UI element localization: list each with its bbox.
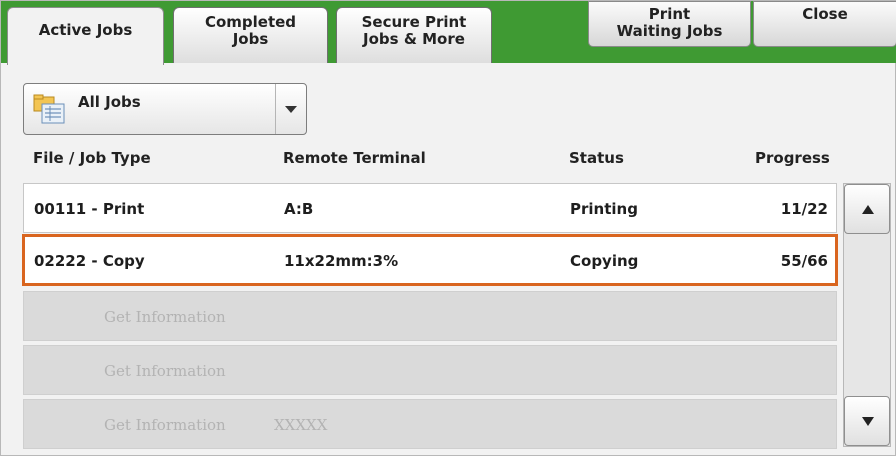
print-waiting-jobs-label: Print Waiting Jobs	[616, 5, 723, 40]
job-status-screen: Active Jobs Completed Jobs Secure Print …	[0, 0, 896, 456]
column-header-file-job-type: File / Job Type	[33, 149, 151, 167]
job-progress: 11/22	[780, 200, 828, 218]
scroll-up-button[interactable]	[844, 184, 890, 234]
list-scrollbar	[843, 183, 891, 447]
job-file-type: 02222 - Copy	[34, 252, 145, 270]
close-button-label: Close	[802, 5, 848, 23]
column-header-progress: Progress	[755, 149, 830, 167]
tab-secure-print-jobs[interactable]: Secure Print Jobs & More	[336, 7, 492, 63]
chevron-down-icon	[285, 106, 297, 113]
job-progress: 55/66	[780, 252, 828, 270]
job-remote-terminal: A:B	[284, 200, 314, 218]
print-waiting-jobs-button[interactable]: Print Waiting Jobs	[588, 1, 751, 47]
job-status: Printing	[570, 200, 638, 218]
column-header-remote-terminal: Remote Terminal	[283, 149, 426, 167]
arrow-down-icon	[862, 417, 874, 426]
job-filter-dropdown[interactable]: All Jobs	[23, 83, 307, 135]
job-row[interactable]: 00111 - Print A:B Printing 11/22	[23, 183, 837, 233]
job-row-placeholder: Get Information XXXXX	[23, 399, 837, 449]
tab-completed-jobs[interactable]: Completed Jobs	[173, 7, 328, 63]
tab-secure-print-jobs-label: Secure Print Jobs & More	[361, 13, 467, 48]
close-button[interactable]: Close	[753, 1, 896, 47]
column-header-status: Status	[569, 149, 624, 167]
job-file-type: Get Information	[104, 308, 226, 326]
job-remote-terminal: 11x22mm:3%	[284, 252, 399, 270]
arrow-up-icon	[862, 205, 874, 214]
tab-active-jobs[interactable]: Active Jobs	[7, 7, 164, 65]
job-status: Copying	[570, 252, 639, 270]
dropdown-toggle[interactable]	[275, 84, 306, 134]
job-row-placeholder: Get Information	[23, 345, 837, 395]
job-row-selected[interactable]: 02222 - Copy 11x22mm:3% Copying 55/66	[22, 234, 838, 286]
job-file-type: Get Information	[104, 416, 226, 434]
job-remote-terminal: XXXXX	[274, 416, 328, 434]
job-file-type: 00111 - Print	[34, 200, 145, 218]
job-filter-value: All Jobs	[78, 93, 141, 111]
folder-list-icon	[33, 94, 65, 124]
job-row-placeholder: Get Information	[23, 291, 837, 341]
job-list: 00111 - Print A:B Printing 11/22 02222 -…	[22, 181, 838, 449]
job-file-type: Get Information	[104, 362, 226, 380]
tab-completed-jobs-label: Completed Jobs	[204, 13, 297, 48]
scroll-down-button[interactable]	[844, 396, 890, 446]
tab-active-jobs-label: Active Jobs	[38, 21, 133, 39]
tab-bar: Active Jobs Completed Jobs Secure Print …	[1, 1, 896, 65]
